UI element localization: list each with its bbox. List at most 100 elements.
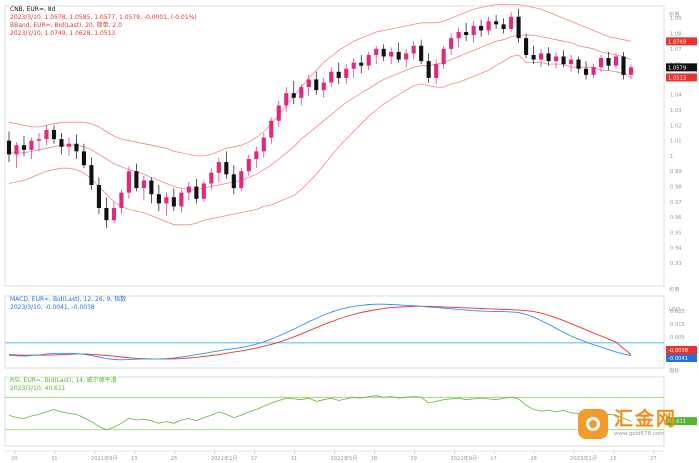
candle-body [14,145,19,155]
candle-body [51,129,57,140]
candle-body [246,159,251,172]
bband-header: BBand, EUR=, Bid(Last), 20, 简单, 2.0 [10,21,122,29]
time-tick-label: 15 [610,456,617,462]
macd-signal-line [8,305,632,360]
candle-body [269,120,274,138]
price-tick-label: 0.98 [670,185,682,191]
macd-header-values: 2023/3/10, -0.0041, -0.0038 [10,304,95,311]
candle-body [471,25,476,36]
price-unit-label: 价格 [669,10,680,18]
macd-pane-border [4,295,665,369]
candle-body [209,172,214,184]
time-tick-label: 31 [291,456,298,462]
candle-body [329,71,334,83]
candle-body [194,186,199,199]
candle-body [628,67,634,75]
bband-values: 2023/3/10, 1.0749, 1.0628, 1.0513 [10,30,115,37]
candle-body [171,197,176,207]
candle-body [546,53,551,62]
time-tick-label: 2023年1月 [570,454,597,462]
candle-body [351,62,356,69]
candle-body [81,151,87,166]
price-pane[interactable]: 0.93 0.94 0.95 0.96 0.97 0.98 0.99 1 1.01 1.02 1.0… [6,4,697,268]
rsi-pane-border [4,376,665,447]
candle-body [591,67,596,75]
candle-body [621,56,626,75]
macd-header-title: MACD, EUR=, Bid(Last), 12, 26, 9, 指数 [10,295,126,303]
macd-pane[interactable]: 0.0250.0150.005-0.005-0.0038-0.0041 [5,303,697,362]
price-tick-label: 1.03 [670,108,682,114]
candle-body [59,139,64,147]
time-tick-label: 17 [251,456,258,462]
candle-body [306,79,311,88]
candle-body [336,71,341,78]
time-tick-label: 2022年1月 [211,454,238,462]
candle-body [261,137,266,152]
price-pane-border [4,5,665,287]
candle-body [201,183,206,199]
candle-body [524,38,529,55]
candle-body [374,48,379,55]
price-tick-label: 1.02 [670,123,682,129]
indicator-unit-label-2: 指标 [669,366,679,374]
candle-body [44,129,49,140]
price-tick-label: 1.07 [670,47,682,53]
candle-body [613,56,619,66]
candle-body [156,194,161,204]
candle-body [561,56,566,65]
time-tick-label: 18 [370,456,377,462]
price-tick-label: 0.96 [670,215,682,221]
time-tick-label: 17 [490,456,497,462]
candle-body [141,180,146,189]
candle-body [119,192,124,208]
time-tick-label: 13 [131,456,138,462]
main-header-ohlc: 2023/3/10, 1.0578, 1.0585, 1.0577, 1.057… [10,14,197,21]
candle-body [224,162,229,175]
candle-body [568,59,574,65]
candle-body [314,79,319,91]
candle-body [216,162,221,173]
candle-body [456,32,461,39]
price-tick-label: 1.04 [670,93,682,99]
candle-body [464,32,469,36]
bollinger-lower-band [8,54,632,226]
gold678-watermark: 汇金网 www.gold678.com [578,404,696,444]
time-tick-label: 29 [410,456,417,462]
candle-body [381,48,386,57]
price-tick-label: 1.08 [670,32,682,38]
candle-body [539,53,544,60]
candle-body [516,16,521,39]
candle-body [359,62,364,66]
candle-body [553,56,559,62]
candle-body [21,145,27,150]
indicator-unit-label-1: 价格 [669,285,680,293]
time-tick-label: 2022年5月 [331,454,358,462]
candle-body [29,140,34,150]
candle-body [531,54,536,60]
candle-body [509,16,514,29]
candle-body [486,21,491,31]
candle-body [164,197,169,204]
time-tick-label: 27 [650,456,657,462]
candle-body [583,68,589,75]
candle-body [96,185,101,208]
candle-body [299,87,304,98]
candle-body [494,21,499,25]
candle-body [74,143,79,152]
main-header-title: CNB, EUR=, 8d [10,6,56,13]
time-tick-label: 31 [51,456,58,462]
price-tick-label: 1 [670,154,673,160]
time-tick-label: 2022年9月 [450,454,477,462]
macd-tick-label: 0.015 [670,322,685,328]
candle-body [441,48,446,65]
candle-body [389,51,394,57]
price-tick-label: 0.93 [670,261,682,267]
candle-body [6,140,12,155]
macd-label-text: -0.0038 [668,348,688,354]
time-tick-label: 2021年9月 [91,454,118,462]
time-tick-label: 25 [171,456,178,462]
macd-unit-label: USD [669,307,680,313]
price-label-text: 1.0749 [668,39,686,45]
bollinger-middle-band [9,34,632,190]
forex-chart: 0.93 0.94 0.95 0.96 0.97 0.98 0.99 1 1.01 1.02 1.0… [4,4,697,462]
